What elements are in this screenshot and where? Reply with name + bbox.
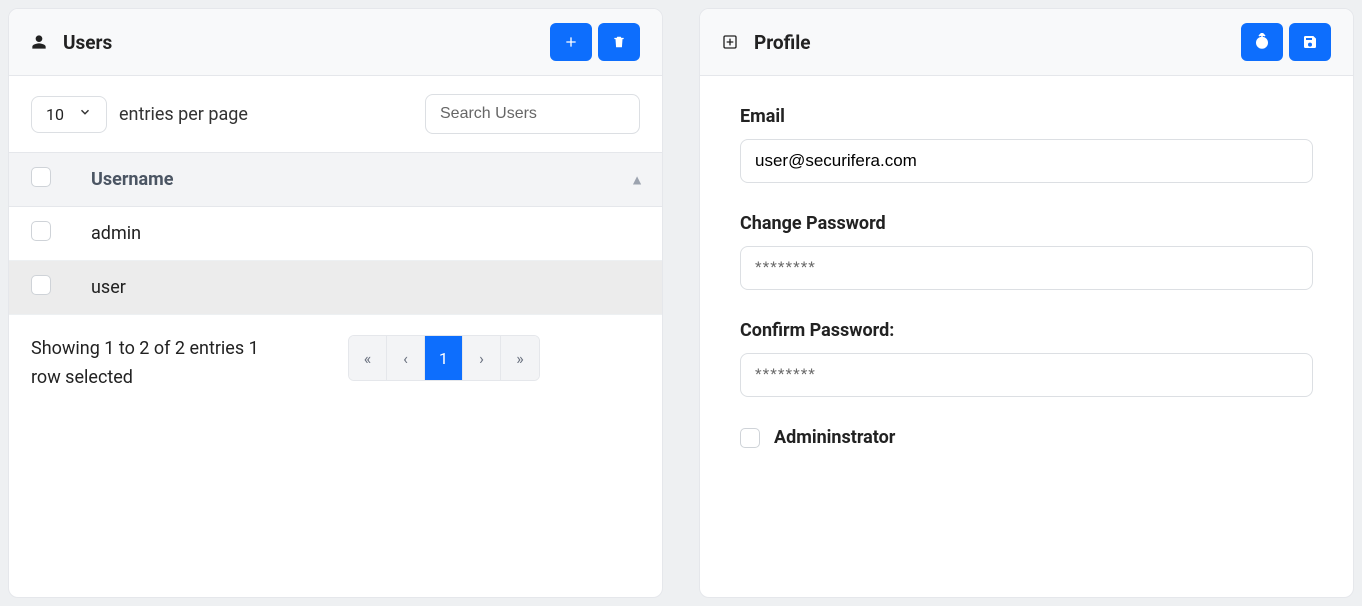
table-footer-text: Showing 1 to 2 of 2 entries 1 row select… xyxy=(31,335,291,393)
administrator-checkbox[interactable] xyxy=(740,428,760,448)
table-row[interactable]: admin xyxy=(9,207,662,261)
add-user-button[interactable] xyxy=(550,23,592,61)
users-controls: 10 entries per page xyxy=(9,76,662,152)
page-last-button[interactable]: » xyxy=(501,336,539,380)
profile-panel-title: Profile xyxy=(754,31,1235,54)
pagination: « ‹ 1 › » xyxy=(348,335,540,381)
select-all-header xyxy=(9,153,71,207)
entries-per-page-label: entries per page xyxy=(119,104,248,125)
table-row[interactable]: user xyxy=(9,261,662,315)
sort-indicator-icon: ▲ xyxy=(630,171,644,188)
email-field[interactable] xyxy=(740,139,1313,183)
username-header-label: Username xyxy=(91,169,173,190)
page-number-button[interactable]: 1 xyxy=(425,336,463,380)
users-panel-title: Users xyxy=(63,31,544,54)
user-icon xyxy=(31,34,47,50)
confirm-password-field[interactable] xyxy=(740,353,1313,397)
administrator-label: Admininstrator xyxy=(774,427,895,448)
entries-per-page-select[interactable]: 10 xyxy=(31,96,107,133)
page-first-button[interactable]: « xyxy=(349,336,387,380)
page-next-button[interactable]: › xyxy=(463,336,501,380)
reset-password-button[interactable] xyxy=(1241,23,1283,61)
password-field[interactable] xyxy=(740,246,1313,290)
confirm-password-label: Confirm Password: xyxy=(740,320,1313,341)
save-profile-button[interactable] xyxy=(1289,23,1331,61)
row-checkbox[interactable] xyxy=(31,275,51,295)
username-cell: admin xyxy=(71,207,662,261)
select-all-checkbox[interactable] xyxy=(31,167,51,187)
search-users-input[interactable] xyxy=(425,94,640,134)
chevron-down-icon xyxy=(78,105,92,123)
users-panel: Users 10 entries per page xyxy=(8,8,663,598)
entries-select-value: 10 xyxy=(46,105,64,124)
email-label: Email xyxy=(740,106,1313,127)
profile-form: Email Change Password Confirm Password: … xyxy=(700,76,1353,508)
users-panel-header: Users xyxy=(9,9,662,76)
username-column-header[interactable]: Username ▲ xyxy=(71,153,662,207)
password-label: Change Password xyxy=(740,213,1313,234)
users-table: Username ▲ admin user xyxy=(9,152,662,315)
row-checkbox[interactable] xyxy=(31,221,51,241)
username-cell: user xyxy=(71,261,662,315)
profile-icon xyxy=(722,34,738,50)
profile-panel-header: Profile xyxy=(700,9,1353,76)
delete-user-button[interactable] xyxy=(598,23,640,61)
page-prev-button[interactable]: ‹ xyxy=(387,336,425,380)
profile-panel: Profile Email Change Password Confirm Pa… xyxy=(699,8,1354,598)
users-table-footer: Showing 1 to 2 of 2 entries 1 row select… xyxy=(9,315,662,413)
